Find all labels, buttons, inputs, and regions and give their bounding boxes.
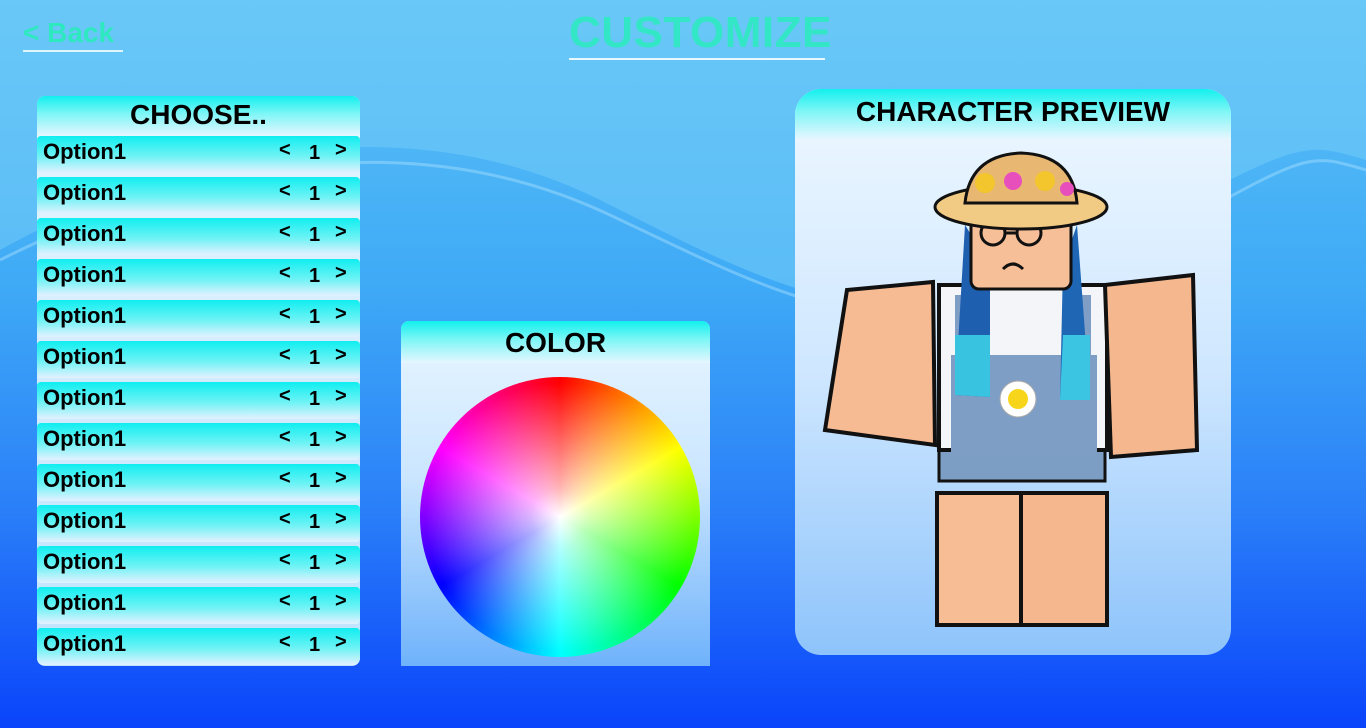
prev-arrow-button[interactable]: < <box>279 262 291 285</box>
next-arrow-button[interactable]: > <box>335 426 347 449</box>
option-label: Option1 <box>43 426 127 451</box>
prev-arrow-button[interactable]: < <box>279 180 291 203</box>
option-row[interactable]: Option1 <1 > <box>37 300 360 337</box>
next-arrow-button[interactable]: > <box>335 385 347 408</box>
option-value: 1 <box>309 511 321 533</box>
prev-arrow-button[interactable]: < <box>279 631 291 654</box>
next-arrow-button[interactable]: > <box>335 262 347 285</box>
option-value: 1 <box>309 265 321 287</box>
option-row[interactable]: Option1 <1 > <box>37 341 360 378</box>
option-row[interactable]: Option1 <1 > <box>37 136 360 173</box>
prev-arrow-button[interactable]: < <box>279 508 291 531</box>
next-arrow-button[interactable]: > <box>335 549 347 572</box>
next-arrow-button[interactable]: > <box>335 344 347 367</box>
option-row[interactable]: Option1 <1 > <box>37 177 360 214</box>
page-title: CUSTOMIZE <box>569 8 831 60</box>
color-panel-title: COLOR <box>401 321 710 363</box>
next-arrow-button[interactable]: > <box>335 590 347 613</box>
prev-arrow-button[interactable]: < <box>279 590 291 613</box>
option-label: Option1 <box>43 221 127 246</box>
option-row[interactable]: Option1 <1 > <box>37 546 360 583</box>
option-label: Option1 <box>43 467 127 492</box>
next-arrow-button[interactable]: > <box>335 221 347 244</box>
prev-arrow-button[interactable]: < <box>279 303 291 326</box>
option-value: 1 <box>309 183 321 205</box>
next-arrow-button[interactable]: > <box>335 467 347 490</box>
prev-arrow-button[interactable]: < <box>279 467 291 490</box>
next-arrow-button[interactable]: > <box>335 508 347 531</box>
option-label: Option1 <box>43 508 127 533</box>
option-value: 1 <box>309 593 321 615</box>
character-preview-panel: CHARACTER PREVIEW <box>795 89 1231 655</box>
option-label: Option1 <box>43 631 127 656</box>
choose-panel: CHOOSE.. Option1 <1 > Option1 <1 > Option1 <1 > O… <box>37 96 360 666</box>
option-value: 1 <box>309 224 321 246</box>
prev-arrow-button[interactable]: < <box>279 385 291 408</box>
color-panel: COLOR <box>401 321 710 666</box>
option-value: 1 <box>309 388 321 410</box>
option-value: 1 <box>309 634 321 656</box>
option-row[interactable]: Option1 <1 > <box>37 587 360 624</box>
option-value: 1 <box>309 142 321 164</box>
option-label: Option1 <box>43 344 127 369</box>
option-value: 1 <box>309 429 321 451</box>
option-row[interactable]: Option1 <1 > <box>37 382 360 419</box>
color-wheel-picker[interactable] <box>420 377 700 657</box>
option-label: Option1 <box>43 262 127 287</box>
option-label: Option1 <box>43 385 127 410</box>
prev-arrow-button[interactable]: < <box>279 549 291 572</box>
option-row[interactable]: Option1 <1 > <box>37 218 360 255</box>
next-arrow-button[interactable]: > <box>335 303 347 326</box>
option-value: 1 <box>309 552 321 574</box>
next-arrow-button[interactable]: > <box>335 180 347 203</box>
option-value: 1 <box>309 470 321 492</box>
next-arrow-button[interactable]: > <box>335 631 347 654</box>
option-value: 1 <box>309 347 321 369</box>
option-row[interactable]: Option1 <1 > <box>37 628 360 665</box>
prev-arrow-button[interactable]: < <box>279 344 291 367</box>
character-preview-title: CHARACTER PREVIEW <box>795 89 1231 139</box>
option-label: Option1 <box>43 303 127 328</box>
character-avatar-icon[interactable] <box>815 145 1215 645</box>
option-list: Option1 <1 > Option1 <1 > Option1 <1 > Option1 <1 >… <box>37 136 360 665</box>
option-row[interactable]: Option1 <1 > <box>37 464 360 501</box>
option-row[interactable]: Option1 <1 > <box>37 505 360 542</box>
option-value: 1 <box>309 306 321 328</box>
option-label: Option1 <box>43 590 127 615</box>
option-label: Option1 <box>43 139 127 164</box>
next-arrow-button[interactable]: > <box>335 139 347 162</box>
prev-arrow-button[interactable]: < <box>279 426 291 449</box>
choose-panel-title: CHOOSE.. <box>37 96 360 136</box>
option-label: Option1 <box>43 549 127 574</box>
prev-arrow-button[interactable]: < <box>279 221 291 244</box>
option-row[interactable]: Option1 <1 > <box>37 423 360 460</box>
prev-arrow-button[interactable]: < <box>279 139 291 162</box>
option-row[interactable]: Option1 <1 > <box>37 259 360 296</box>
option-label: Option1 <box>43 180 127 205</box>
back-button[interactable]: < Back <box>23 16 123 52</box>
